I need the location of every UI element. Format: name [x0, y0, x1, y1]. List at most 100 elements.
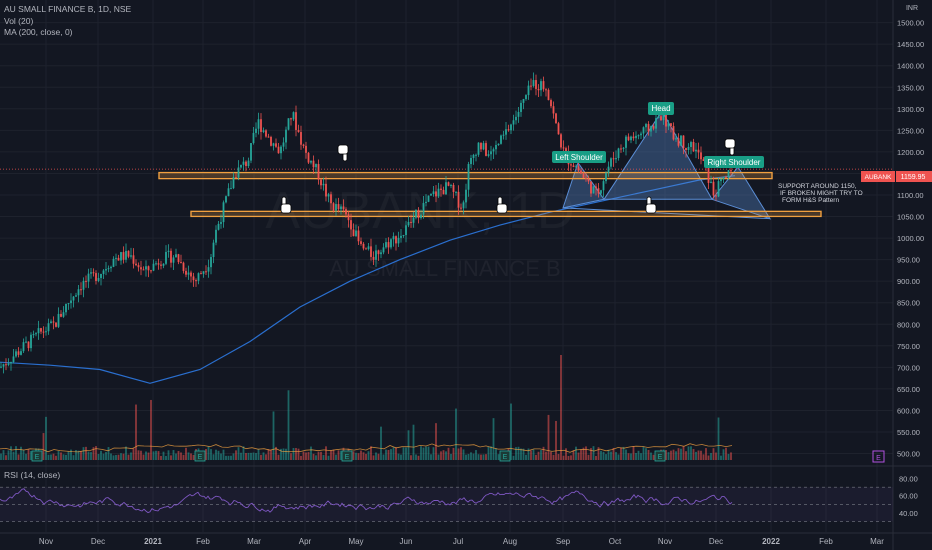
candle-body — [575, 166, 577, 168]
candle-body — [457, 191, 460, 208]
volume-bar — [87, 451, 90, 460]
y-tick-label: 600.00 — [897, 406, 920, 415]
volume-bar — [570, 455, 572, 460]
symbol-tag: AUBANK — [865, 174, 892, 181]
volume-bar — [172, 450, 175, 460]
volume-bar — [112, 455, 115, 460]
candle-body — [297, 129, 300, 133]
volume-bar — [130, 452, 132, 460]
chart-title: AU SMALL FINANCE B, 1D, NSE — [4, 4, 132, 14]
y-tick-label: 650.00 — [897, 385, 920, 394]
candle-body — [365, 248, 367, 250]
volume-bar — [615, 452, 617, 460]
volume-bar — [437, 454, 440, 460]
volume-bar — [670, 450, 672, 460]
volume-bar — [297, 448, 300, 460]
volume-bar — [587, 454, 590, 460]
volume-bar — [182, 454, 185, 460]
candle-body — [657, 116, 660, 119]
rsi-tick-label: 40.00 — [899, 509, 918, 518]
volume-bar — [292, 448, 295, 460]
candle-body — [395, 236, 397, 244]
volume-bar — [687, 446, 690, 460]
candle-body — [367, 246, 370, 250]
candle-body — [560, 134, 562, 148]
volume-bar — [327, 455, 330, 460]
volume-bar — [337, 450, 340, 460]
volume-bar — [650, 452, 652, 460]
y-tick-label: 1300.00 — [897, 105, 924, 114]
candle-body — [145, 266, 147, 270]
volume-bar — [540, 450, 542, 460]
candle-body — [672, 126, 675, 140]
candle-body — [710, 181, 712, 183]
volume-bar — [575, 446, 577, 460]
volume-bar — [207, 446, 210, 460]
x-tick-label: 2021 — [144, 537, 162, 546]
candle-body — [450, 184, 452, 186]
candle-body — [355, 230, 357, 237]
volume-bar — [622, 446, 625, 460]
candle-body — [632, 136, 635, 139]
volume-bar — [427, 446, 430, 460]
volume-bar — [430, 454, 432, 460]
candle-body — [440, 188, 442, 190]
volume-bar — [560, 355, 562, 460]
volume-bar — [5, 455, 7, 460]
candle-body — [667, 123, 670, 127]
candle-body — [307, 152, 310, 163]
candle-body — [730, 170, 732, 172]
candle-body — [270, 136, 272, 146]
volume-bar — [107, 447, 110, 460]
candle-body — [360, 241, 362, 244]
candle-body — [130, 255, 132, 257]
volume-bar — [470, 452, 472, 460]
volume-bar — [680, 448, 682, 460]
volume-bar — [387, 449, 390, 460]
candle-body — [345, 209, 347, 215]
candle-body — [37, 328, 40, 334]
volume-bar — [312, 453, 315, 460]
candle-body — [550, 100, 552, 107]
volume-bar — [572, 450, 575, 460]
right-shoulder-label: Right Shoulder — [708, 158, 761, 167]
volume-bar — [432, 447, 435, 460]
candle-body — [137, 265, 140, 268]
volume-bar — [282, 448, 285, 460]
volume-bar — [375, 452, 377, 460]
volume-bar — [300, 455, 302, 460]
candle-body — [257, 119, 260, 129]
candle-body — [237, 167, 240, 178]
volume-bar — [642, 446, 645, 460]
candle-body — [472, 154, 475, 158]
candle-body — [700, 152, 702, 160]
y-tick-label: 850.00 — [897, 299, 920, 308]
volume-bar — [525, 454, 527, 460]
candle-body — [537, 88, 540, 91]
candle-body — [2, 364, 5, 367]
volume-bar — [580, 449, 582, 460]
volume-bar — [667, 452, 670, 460]
volume-bar — [720, 455, 722, 460]
earnings-badge-letter: E — [503, 454, 508, 461]
candle-body — [105, 269, 107, 271]
volume-bar — [42, 433, 45, 460]
volume-bar — [302, 451, 305, 460]
x-tick-label: Aug — [503, 537, 517, 546]
volume-bar — [180, 452, 182, 460]
candle-body — [47, 323, 50, 332]
candle-body — [285, 129, 287, 143]
volume-bar — [322, 455, 325, 460]
volume-bar — [117, 454, 120, 460]
volume-bar — [320, 451, 322, 460]
note-line-1: SUPPORT AROUND 1150, — [778, 183, 857, 190]
earnings-badge-label: E — [876, 455, 881, 462]
volume-bar — [485, 454, 487, 460]
candle-body — [390, 239, 392, 248]
x-tick-label: Feb — [819, 537, 833, 546]
volume-bar — [165, 455, 167, 460]
volume-bar — [397, 453, 400, 460]
candle-body — [612, 158, 615, 160]
volume-bar — [155, 450, 157, 460]
volume-bar — [67, 451, 70, 460]
